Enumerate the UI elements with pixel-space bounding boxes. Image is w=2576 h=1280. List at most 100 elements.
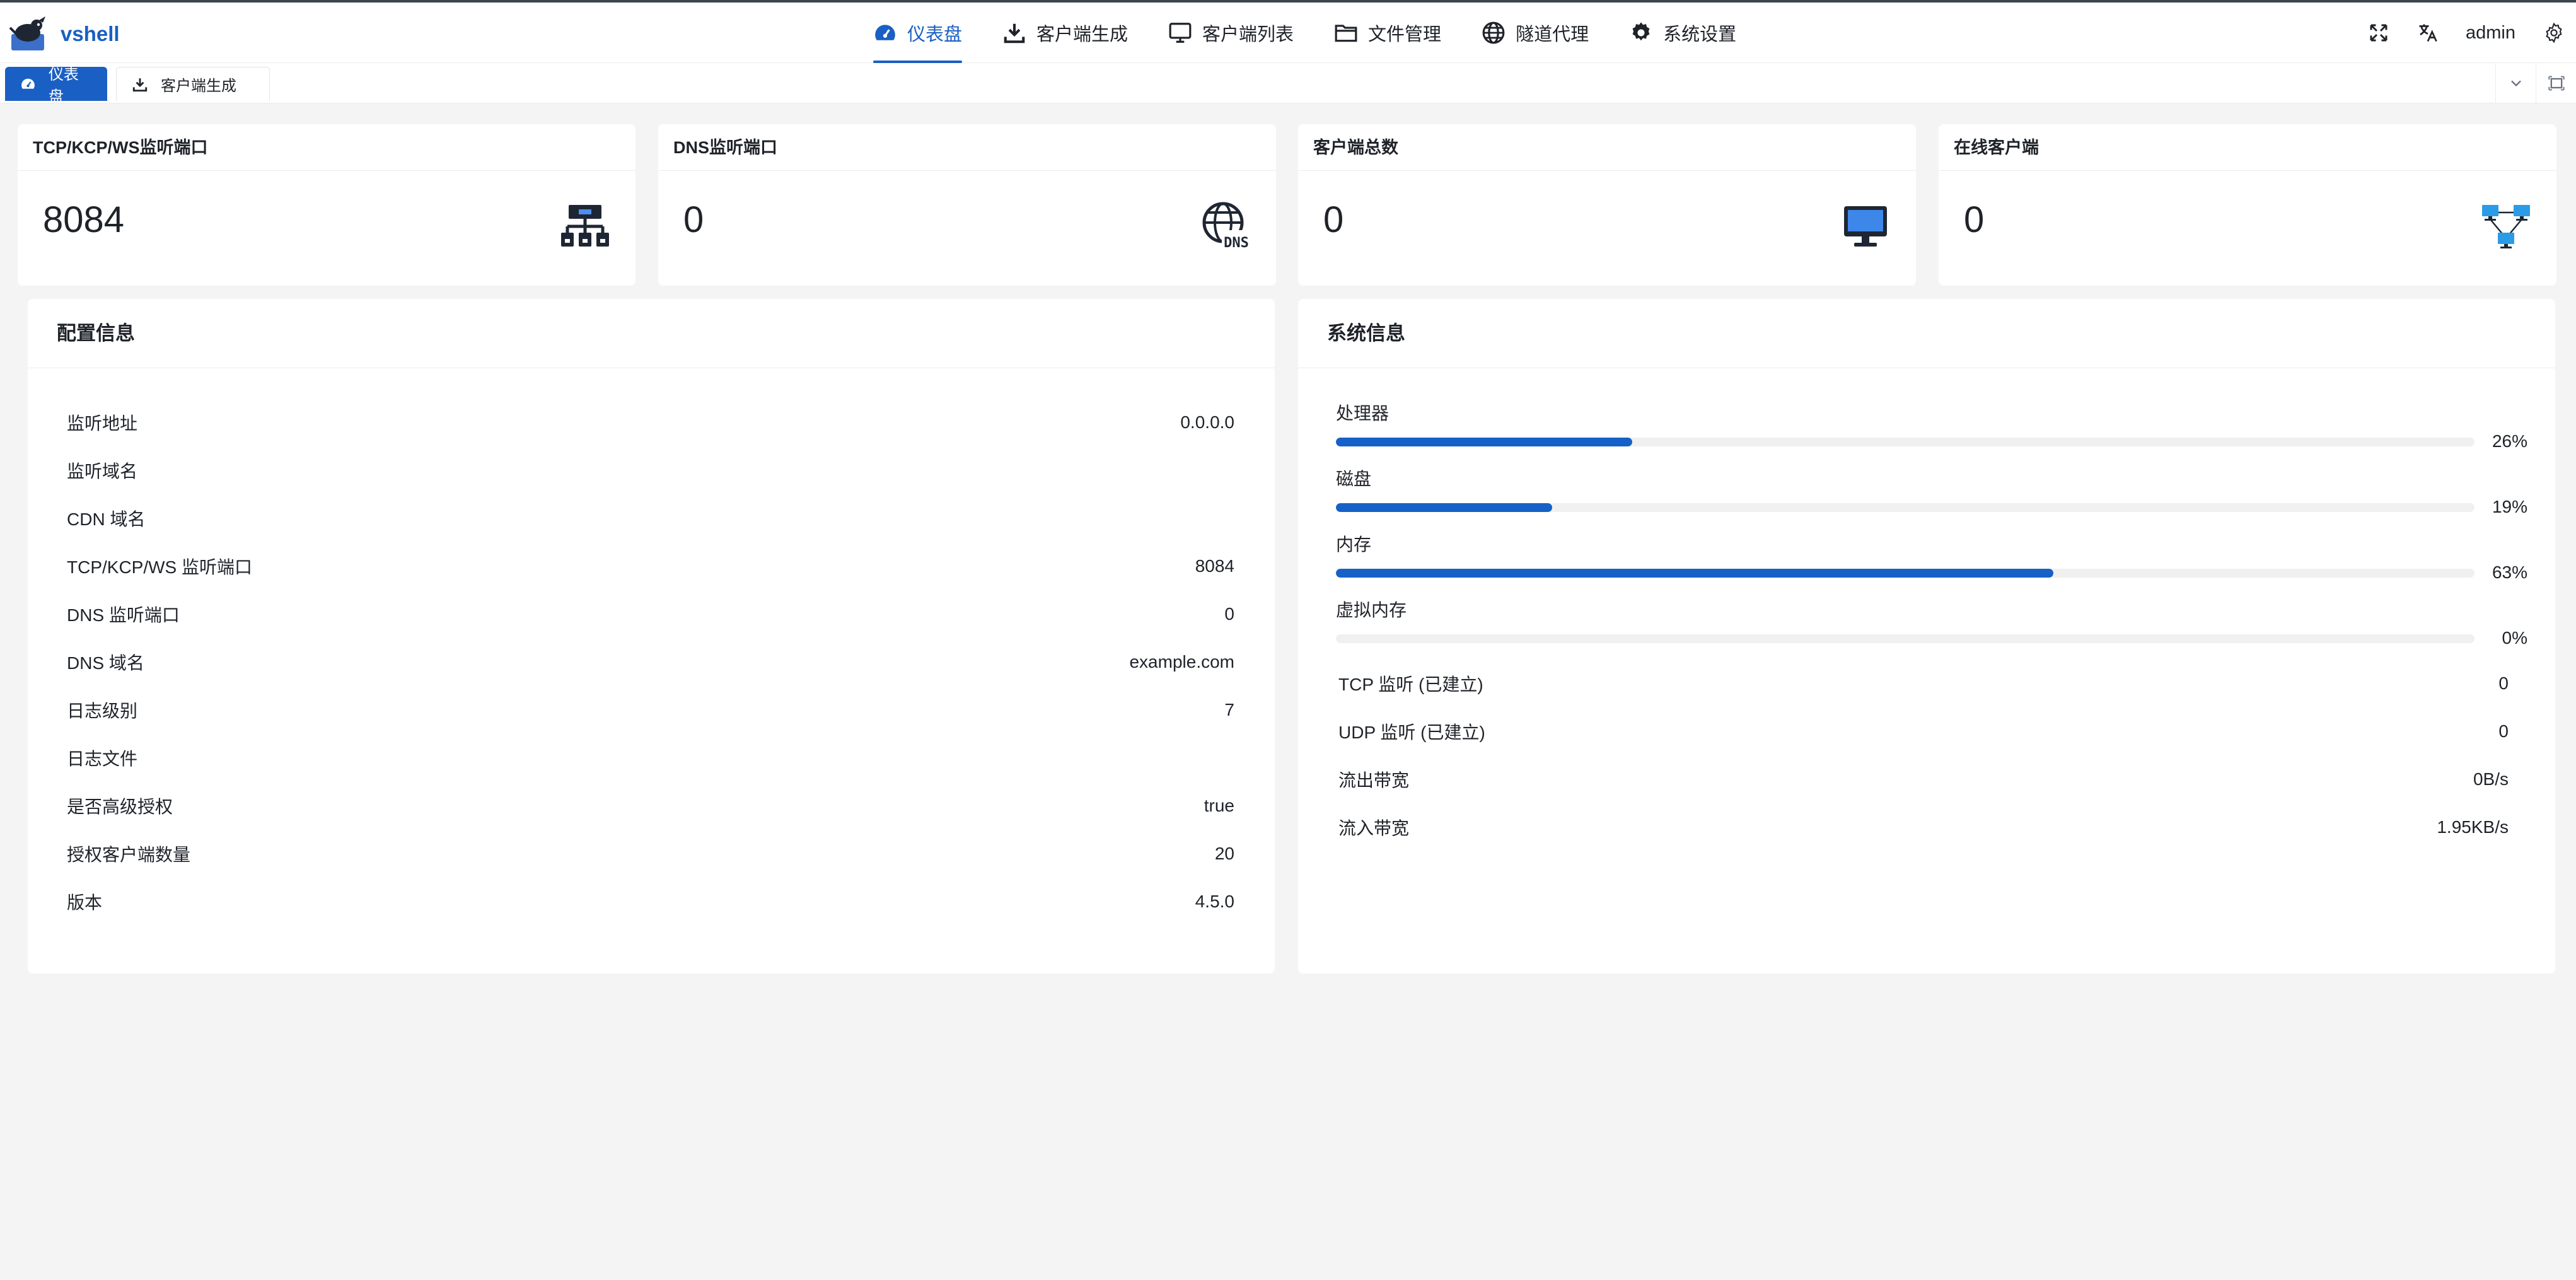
nav-client-list[interactable]: 客户端列表 (1168, 3, 1294, 63)
config-value: 20 (1214, 844, 1234, 863)
monitor-icon (1844, 206, 1887, 247)
cpu-progress-fill (1336, 438, 1632, 446)
config-row: 版本 4.5.0 (67, 889, 1234, 914)
system-row: 流入带宽 1.95KB/s (1338, 815, 2509, 840)
tab-client-generate[interactable]: 客户端生成 (116, 67, 270, 101)
disk-percent: 19% (2492, 497, 2527, 516)
virtual-memory-percent: 0% (2502, 628, 2527, 648)
config-key: 监听域名 (67, 462, 138, 481)
nav-client-generate[interactable]: 客户端生成 (1002, 3, 1128, 63)
system-value: 1.95KB/s (2437, 817, 2509, 837)
vshell-logo-icon (9, 16, 45, 50)
system-value: 0 (2498, 721, 2509, 741)
nav-tunnel-proxy-label: 隧道代理 (1516, 25, 1589, 45)
config-row: CDN 域名 (67, 506, 1234, 531)
brand-name: vshell (61, 22, 120, 45)
config-info-panel: 配置信息 监听地址 0.0.0.0 监听域名 CDN 域名 TCP/KCP/WS… (28, 299, 1275, 974)
stat-card-title: TCP/KCP/WS监听端口 (18, 124, 635, 171)
system-key: TCP 监听 (已建立) (1338, 675, 1483, 694)
system-row: TCP 监听 (已建立) 0 (1338, 671, 2509, 696)
cpu-percent: 26% (2492, 431, 2527, 451)
maximize-icon (2548, 76, 2565, 91)
dashboard-gauge-icon (21, 78, 35, 89)
config-key: CDN 域名 (67, 509, 146, 529)
config-value: 7 (1224, 700, 1234, 719)
network-hierarchy-icon (561, 205, 609, 247)
config-key: 日志文件 (67, 749, 138, 769)
tab-maximize-button[interactable] (2536, 63, 2576, 103)
main-nav: 仪表盘 客户端生成 客户端列表 文件管理 隧道代理 系统设置 (873, 3, 1777, 63)
config-key: 是否高级授权 (67, 797, 173, 817)
system-value: 0B/s (2473, 769, 2509, 789)
config-row: 监听域名 (67, 458, 1234, 483)
config-row: DNS 域名 example.com (67, 649, 1234, 675)
config-value: example.com (1129, 652, 1234, 672)
config-row: 日志文件 (67, 745, 1234, 771)
nav-system-settings-label: 系统设置 (1663, 25, 1737, 45)
nav-client-list-label: 客户端列表 (1202, 25, 1294, 45)
tab-client-generate-label: 客户端生成 (161, 78, 236, 95)
config-row: DNS 监听端口 0 (67, 602, 1234, 627)
cpu-label: 处理器 (1336, 404, 1390, 423)
connected-computers-icon (2482, 205, 2530, 248)
config-row: 监听地址 0.0.0.0 (67, 410, 1234, 435)
nav-file-manager[interactable]: 文件管理 (1334, 3, 1441, 63)
tab-strip: 仪表盘 客户端生成 (0, 63, 2576, 105)
config-row: TCP/KCP/WS 监听端口 8084 (67, 554, 1234, 579)
stat-card-title: DNS监听端口 (658, 124, 1276, 171)
memory-label: 内存 (1336, 535, 1372, 554)
stat-card-value: 8084 (43, 199, 125, 240)
nav-tunnel-proxy[interactable]: 隧道代理 (1482, 3, 1589, 63)
dashboard-gauge-icon (875, 25, 895, 40)
monitor-icon (1169, 23, 1192, 43)
folder-icon (1335, 25, 1357, 42)
tab-dashboard-label: 仪表盘 (48, 66, 79, 105)
memory-percent: 63% (2492, 562, 2527, 582)
gear-icon (1632, 22, 1650, 41)
config-value: 0 (1224, 604, 1234, 624)
stat-card-dns-port: DNS监听端口 0 DNS (658, 124, 1276, 286)
memory-progress-fill (1336, 569, 2053, 578)
system-key: 流出带宽 (1338, 771, 1410, 790)
tab-dashboard[interactable]: 仪表盘 (5, 66, 107, 105)
disk-label: 磁盘 (1336, 469, 1372, 489)
system-info-panel: 系统信息 处理器 26% 磁盘 19% 内存 63% 虚拟内存 0% TCP 监… (1298, 299, 2555, 974)
tab-tools (2495, 63, 2576, 103)
disk-progress-bar (1336, 503, 2474, 512)
nav-client-generate-label: 客户端生成 (1036, 25, 1128, 45)
disk-progress-fill (1336, 503, 1553, 512)
system-value: 0 (2498, 673, 2509, 693)
nav-dashboard[interactable]: 仪表盘 (873, 3, 963, 63)
tab-dropdown-button[interactable] (2495, 63, 2536, 103)
memory-progress-bar (1336, 569, 2474, 578)
top-right-tools: admin (2367, 3, 2576, 63)
config-key: DNS 监听端口 (67, 605, 180, 625)
svg-text:DNS: DNS (1224, 235, 1249, 251)
stat-card-value: 0 (683, 199, 704, 240)
config-key: 日志级别 (67, 701, 138, 721)
dns-globe-icon: DNS (1202, 202, 1251, 251)
config-key: 版本 (67, 893, 103, 912)
stat-card-title: 在线客户端 (1939, 124, 2556, 171)
brand[interactable]: vshell (8, 15, 120, 53)
config-row: 授权客户端数量 20 (67, 841, 1234, 866)
translate-icon[interactable] (2416, 21, 2439, 44)
settings-gear-icon[interactable] (2543, 22, 2565, 44)
stat-card-online-clients: 在线客户端 0 (1939, 124, 2556, 286)
virtual-memory-label: 虚拟内存 (1336, 600, 1407, 620)
nav-dashboard-label: 仪表盘 (907, 25, 963, 45)
virtual-memory-progress-bar (1336, 634, 2474, 643)
top-navigation-bar: vshell 仪表盘 客户端生成 客户端列表 文件管理 隧道代理 系统设置 ad… (0, 0, 2576, 63)
nav-system-settings[interactable]: 系统设置 (1629, 3, 1736, 63)
config-key: TCP/KCP/WS 监听端口 (67, 557, 253, 577)
user-menu[interactable]: admin (2466, 23, 2515, 44)
fullscreen-icon[interactable] (2367, 21, 2390, 44)
config-key: 监听地址 (67, 414, 138, 433)
stat-card-value: 0 (1323, 199, 1344, 240)
download-icon (1004, 23, 1025, 44)
system-key: UDP 监听 (已建立) (1338, 723, 1485, 742)
stat-card-title: 客户端总数 (1298, 124, 1916, 171)
stat-card-total-clients: 客户端总数 0 (1298, 124, 1916, 286)
system-row: UDP 监听 (已建立) 0 (1338, 719, 2509, 744)
panel-title: 系统信息 (1298, 299, 2555, 368)
